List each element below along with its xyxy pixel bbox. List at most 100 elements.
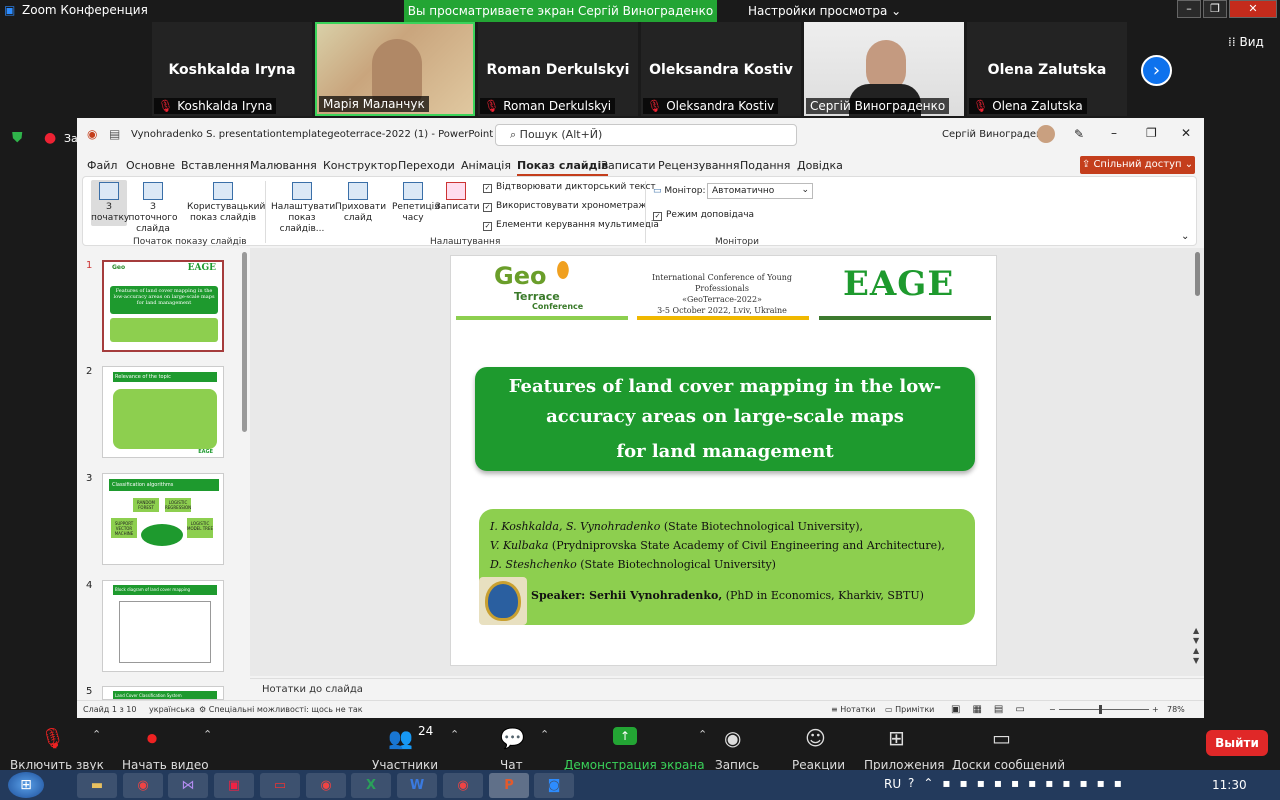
thumb-eage: EAGE: [198, 449, 213, 455]
chevron-up-icon[interactable]: ⌃: [203, 728, 212, 741]
slide-thumbnail[interactable]: Land Cover Classification System: [102, 686, 224, 700]
from-start-button[interactable]: З початку: [91, 180, 129, 226]
menu-file[interactable]: Файл: [87, 159, 117, 172]
next-page-button[interactable]: ›: [1141, 55, 1172, 86]
accessibility-status[interactable]: ⚙ Спеціальні можливості: щось не так: [199, 705, 363, 714]
close-button[interactable]: ✕: [1229, 0, 1277, 18]
minimize-button[interactable]: –: [1111, 126, 1117, 140]
powerpoint-icon[interactable]: P: [489, 773, 529, 798]
view-settings-button[interactable]: Настройки просмотра ⌄: [748, 4, 901, 18]
participant-tile[interactable]: Oleksandra Kostiv 🎙 Oleksandra Kostiv: [641, 22, 801, 116]
presenter-view-checkbox[interactable]: ✓ Режим доповідача: [653, 210, 754, 221]
slide-thumbnail[interactable]: Relevance of the topic EAGE: [102, 366, 224, 458]
start-button[interactable]: ⊞: [8, 772, 44, 798]
participant-tile[interactable]: Roman Derkulskyi 🎙 Roman Derkulskyi: [478, 22, 638, 116]
powerpoint-window: ◉ ▤ Vynohradenko S. presentationtemplate…: [77, 118, 1204, 718]
thumb-body-box: [113, 389, 217, 449]
setup-show-button[interactable]: Налаштувати показ слайдів...: [271, 182, 335, 235]
zoom-control-bar: 🎙 Включить звук ⌃ ⏺ Начать видео ⌃ 👥 24 …: [0, 718, 1280, 772]
from-current-button[interactable]: З поточного слайда: [125, 182, 181, 235]
chevron-up-icon[interactable]: ⌃: [450, 728, 459, 741]
app-icon[interactable]: ▣: [214, 773, 254, 798]
slideshow-start-icon: [99, 182, 119, 200]
slide[interactable]: Geo ⬮ Terrace Conference International C…: [450, 255, 997, 666]
maximize-button[interactable]: ❐: [1203, 0, 1227, 18]
menu-design[interactable]: Конструктор: [323, 159, 397, 172]
minimize-button[interactable]: –: [1177, 0, 1201, 18]
menu-view[interactable]: Подання: [740, 159, 790, 172]
share-icon: ⇪: [1081, 159, 1091, 170]
hide-slide-button[interactable]: Приховати слайд: [335, 182, 386, 224]
restore-button[interactable]: ❐: [1146, 126, 1157, 140]
comments-toggle[interactable]: ▭ Примітки: [885, 705, 934, 714]
language-status[interactable]: українська: [149, 705, 195, 714]
chrome-icon[interactable]: ◉: [443, 773, 483, 798]
share-button[interactable]: ⇪ Спільний доступ ⌄: [1080, 156, 1195, 174]
excel-icon[interactable]: X: [351, 773, 391, 798]
zoom-app-icon[interactable]: ◙: [534, 773, 574, 798]
divider: [265, 181, 266, 243]
notes-toggle[interactable]: ≡ Нотатки: [831, 705, 875, 714]
chrome-icon[interactable]: ◉: [306, 773, 346, 798]
language-indicator[interactable]: RU: [884, 777, 901, 791]
search-input[interactable]: ⌕ Пошук (Alt+Й): [495, 124, 797, 146]
chevron-up-icon[interactable]: ⌃: [540, 728, 549, 741]
participant-label: Марія Маланчук: [319, 96, 429, 112]
chrome-icon[interactable]: ◉: [123, 773, 163, 798]
scroll-arrows[interactable]: ▲ ▼ ▲ ▼: [1193, 626, 1199, 666]
thumb-eage: EAGE: [187, 263, 216, 273]
leave-button[interactable]: Выйти: [1206, 730, 1268, 756]
view-button[interactable]: ⁞⁞ Вид: [1228, 35, 1264, 49]
zoom-slider-thumb[interactable]: [1099, 705, 1102, 714]
menu-transitions[interactable]: Переходи: [398, 159, 455, 172]
menu-record[interactable]: Записати: [601, 159, 655, 172]
record-button[interactable]: Записати: [435, 182, 480, 213]
avatar[interactable]: [1037, 125, 1055, 143]
clock[interactable]: 11:30: [1212, 778, 1247, 792]
view-buttons[interactable]: ▣▦▤▭: [951, 704, 1037, 715]
collapse-ribbon-icon[interactable]: ⌄: [1181, 231, 1189, 242]
participant-tile[interactable]: Марія Маланчук: [315, 22, 475, 116]
chevron-up-icon[interactable]: ⌃: [92, 728, 101, 741]
zoom-in-button[interactable]: +: [1152, 705, 1159, 714]
slide-thumbnail[interactable]: Geo EAGE Features of land cover mapping …: [102, 260, 224, 352]
monitor-select[interactable]: Автоматично ⌄: [707, 183, 813, 199]
search-icon: ⌕: [510, 128, 517, 141]
menu-insert[interactable]: Вставлення: [181, 159, 249, 172]
slide-number: 2: [86, 366, 93, 377]
tray-icons[interactable]: ?⌃▪▪▪▪▪▪▪▪▪▪▪: [908, 776, 1131, 790]
custom-show-button[interactable]: Користувацький показ слайдів: [187, 182, 265, 224]
play-narration-checkbox[interactable]: ✓ Відтворювати дикторський текст: [483, 182, 656, 193]
menu-animations[interactable]: Анімація: [461, 159, 511, 172]
participant-tile[interactable]: Olena Zalutska 🎙 Olena Zalutska: [967, 22, 1127, 116]
participant-tile[interactable]: Сергій Винограденко: [804, 22, 964, 116]
chevron-up-icon[interactable]: ⌃: [698, 728, 707, 741]
notes-pane[interactable]: Нотатки до слайда: [250, 678, 1204, 700]
explorer-icon[interactable]: ▬: [77, 773, 117, 798]
menu-draw[interactable]: Малювання: [250, 159, 317, 172]
menu-slideshow[interactable]: Показ слайдів: [517, 159, 609, 176]
menu-help[interactable]: Довідка: [797, 159, 843, 172]
participants-icon: 👥: [388, 726, 413, 750]
close-button[interactable]: ✕: [1181, 126, 1191, 140]
canvas-scrollbar[interactable]: [1195, 252, 1200, 296]
zoom-level[interactable]: 78%: [1167, 705, 1185, 714]
zoom-slider[interactable]: [1059, 709, 1149, 710]
participant-tile[interactable]: Koshkalda Iryna 🎙 Koshkalda Iryna: [152, 22, 312, 116]
rehearse-timings-button[interactable]: Репетиція часу: [392, 182, 440, 224]
app-icon[interactable]: ⋈: [168, 773, 208, 798]
word-icon[interactable]: W: [397, 773, 437, 798]
location-pin-icon: ⬮: [556, 258, 570, 283]
app-icon[interactable]: ▭: [260, 773, 300, 798]
mic-muted-icon: 🎙: [158, 99, 174, 113]
save-icon[interactable]: ▤: [109, 127, 120, 141]
slide-thumbnail[interactable]: Classification algorithms RANDOM FOREST …: [102, 473, 224, 565]
slide-thumbnail[interactable]: Block diagram of land cover mapping: [102, 580, 224, 672]
media-controls-checkbox[interactable]: ✓ Елементи керування мультимедіа: [483, 220, 659, 231]
pen-icon[interactable]: ✎: [1074, 127, 1084, 141]
zoom-out-button[interactable]: −: [1049, 705, 1056, 714]
menu-home[interactable]: Основне: [126, 159, 175, 172]
use-timings-checkbox[interactable]: ✓ Використовувати хронометраж: [483, 201, 646, 212]
menu-review[interactable]: Рецензування: [658, 159, 739, 172]
panel-scrollbar[interactable]: [242, 252, 247, 432]
